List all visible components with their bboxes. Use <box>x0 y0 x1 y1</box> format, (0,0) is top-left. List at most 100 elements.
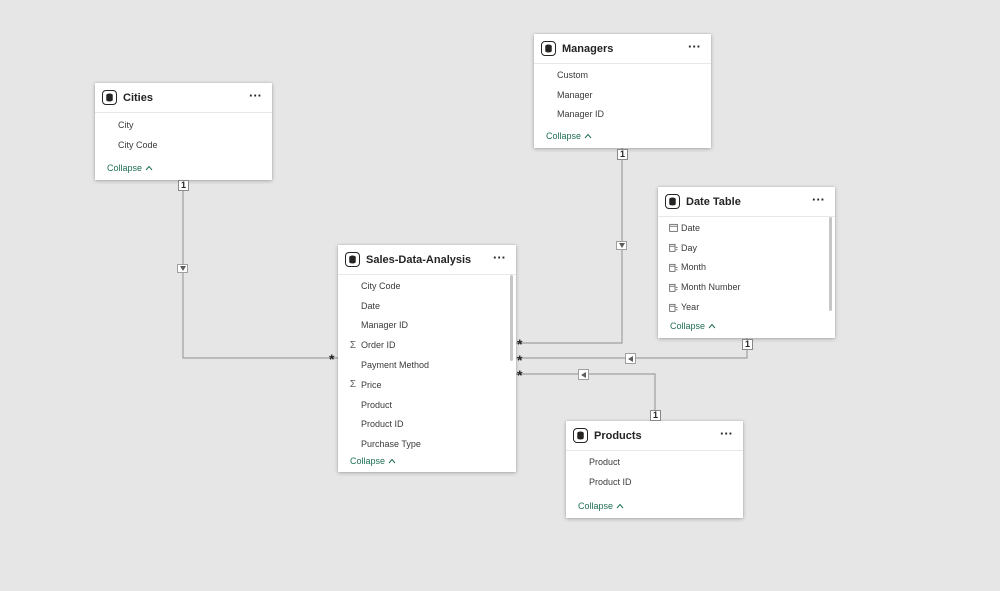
field-label: Year <box>681 302 700 313</box>
collapse-link[interactable]: Collapse <box>338 450 516 472</box>
field-city[interactable]: City <box>95 115 272 135</box>
relationship-line-cities-sales <box>182 180 338 359</box>
field-label: Manager <box>557 89 593 100</box>
calendar-icon <box>668 223 678 233</box>
model-canvas[interactable]: Cities ··· City City Code Collapse Manag… <box>0 0 1000 591</box>
field-label: Custom <box>557 69 589 80</box>
chevron-up-icon <box>145 163 153 173</box>
field-label: City Code <box>361 280 401 291</box>
field-year[interactable]: Year <box>658 297 835 317</box>
table-card-sales-data-analysis[interactable]: Sales-Data-Analysis ··· City Code Date M… <box>338 245 516 472</box>
table-icon <box>345 252 360 267</box>
field-label: Month <box>681 262 707 273</box>
table-title: Date Table <box>686 195 741 208</box>
table-header-cities[interactable]: Cities ··· <box>95 83 272 113</box>
field-label: Payment Method <box>361 360 430 371</box>
field-label: Date <box>361 300 381 311</box>
field-product-id[interactable]: Product ID <box>338 415 516 435</box>
table-card-managers[interactable]: Managers ··· Custom Manager Manager ID C… <box>534 34 711 148</box>
chevron-up-icon <box>584 131 592 141</box>
cardinality-one-cities: 1 <box>178 180 190 191</box>
field-manager-id[interactable]: Manager ID <box>534 105 711 125</box>
field-product[interactable]: Product <box>338 395 516 415</box>
cardinality-many-date-table: * <box>517 352 523 368</box>
cardinality-one-managers: 1 <box>617 149 629 160</box>
collapse-link[interactable]: Collapse <box>534 125 711 147</box>
field-month[interactable]: Month <box>658 258 835 278</box>
table-icon <box>665 194 680 209</box>
collapse-label: Collapse <box>107 162 143 173</box>
chevron-up-icon <box>616 501 624 511</box>
date-hierarchy-icon <box>668 262 678 272</box>
field-label: Product <box>361 399 393 410</box>
collapse-link[interactable]: Collapse <box>658 315 835 337</box>
table-header-date-table[interactable]: Date Table ··· <box>658 187 835 217</box>
cardinality-one-products: 1 <box>650 410 662 421</box>
collapse-label: Collapse <box>578 500 614 511</box>
ellipsis-icon[interactable]: ··· <box>249 89 262 103</box>
table-card-cities[interactable]: Cities ··· City City Code Collapse <box>95 83 272 180</box>
table-header-managers[interactable]: Managers ··· <box>534 34 711 64</box>
field-product[interactable]: Product <box>566 452 743 472</box>
field-order-id[interactable]: Σ Order ID <box>338 335 516 355</box>
filter-direction-down-icon[interactable] <box>177 264 188 273</box>
table-icon <box>541 41 556 56</box>
field-label: Manager ID <box>361 320 409 331</box>
collapse-link[interactable]: Collapse <box>95 157 272 179</box>
field-date[interactable]: Date <box>658 218 835 238</box>
sigma-icon: Σ <box>349 379 357 391</box>
field-manager[interactable]: Manager <box>534 85 711 105</box>
field-manager-id[interactable]: Manager ID <box>338 316 516 336</box>
scrollbar[interactable] <box>829 217 832 311</box>
collapse-label: Collapse <box>350 456 386 466</box>
ellipsis-icon[interactable]: ··· <box>812 193 825 207</box>
field-label: Product <box>589 456 621 467</box>
date-hierarchy-icon <box>668 243 678 253</box>
field-product-id[interactable]: Product ID <box>566 472 743 492</box>
field-city-code[interactable]: City Code <box>95 135 272 155</box>
chevron-up-icon <box>708 321 716 331</box>
field-day[interactable]: Day <box>658 238 835 258</box>
field-label: Product ID <box>361 419 404 430</box>
table-header-products[interactable]: Products ··· <box>566 421 743 451</box>
field-purchase-type[interactable]: Purchase Type <box>338 434 516 450</box>
table-card-date-table[interactable]: Date Table ··· Date Day Month Month Numb… <box>658 187 835 338</box>
cardinality-one-date-table: 1 <box>742 339 754 350</box>
field-label: Order ID <box>361 340 396 351</box>
field-list: Custom Manager Manager ID <box>534 64 711 124</box>
table-title: Products <box>594 429 642 442</box>
field-label: Day <box>681 242 698 253</box>
field-month-number[interactable]: Month Number <box>658 277 835 297</box>
sigma-icon: Σ <box>349 339 357 351</box>
date-hierarchy-icon <box>668 282 678 292</box>
field-label: Price <box>361 379 382 390</box>
relationship-line-products-sales <box>516 373 656 420</box>
field-label: Purchase Type <box>361 439 421 450</box>
ellipsis-icon[interactable]: ··· <box>688 40 701 54</box>
field-payment-method[interactable]: Payment Method <box>338 355 516 375</box>
filter-direction-down-icon[interactable] <box>616 241 627 250</box>
collapse-link[interactable]: Collapse <box>566 495 743 517</box>
collapse-label: Collapse <box>546 131 582 142</box>
table-header-sales[interactable]: Sales-Data-Analysis ··· <box>338 245 516 275</box>
ellipsis-icon[interactable]: ··· <box>720 427 733 441</box>
table-title: Managers <box>562 42 614 55</box>
table-card-products[interactable]: Products ··· Product Product ID Collapse <box>566 421 743 518</box>
field-list: Product Product ID <box>566 451 743 492</box>
field-label: Manager ID <box>557 109 605 120</box>
filter-direction-left-icon[interactable] <box>578 369 589 380</box>
table-title: Sales-Data-Analysis <box>366 253 472 266</box>
filter-direction-left-icon[interactable] <box>625 353 636 364</box>
field-custom[interactable]: Custom <box>534 65 711 85</box>
field-price[interactable]: Σ Price <box>338 375 516 395</box>
chevron-up-icon <box>388 456 396 466</box>
field-date[interactable]: Date <box>338 296 516 316</box>
cardinality-many-products: * <box>517 367 523 383</box>
table-title: Cities <box>123 91 153 104</box>
cardinality-many-managers: * <box>517 336 523 352</box>
scrollbar[interactable] <box>510 275 513 361</box>
field-city-code[interactable]: City Code <box>338 276 516 296</box>
field-label: Product ID <box>589 476 632 487</box>
date-hierarchy-icon <box>668 302 678 312</box>
ellipsis-icon[interactable]: ··· <box>493 251 506 265</box>
